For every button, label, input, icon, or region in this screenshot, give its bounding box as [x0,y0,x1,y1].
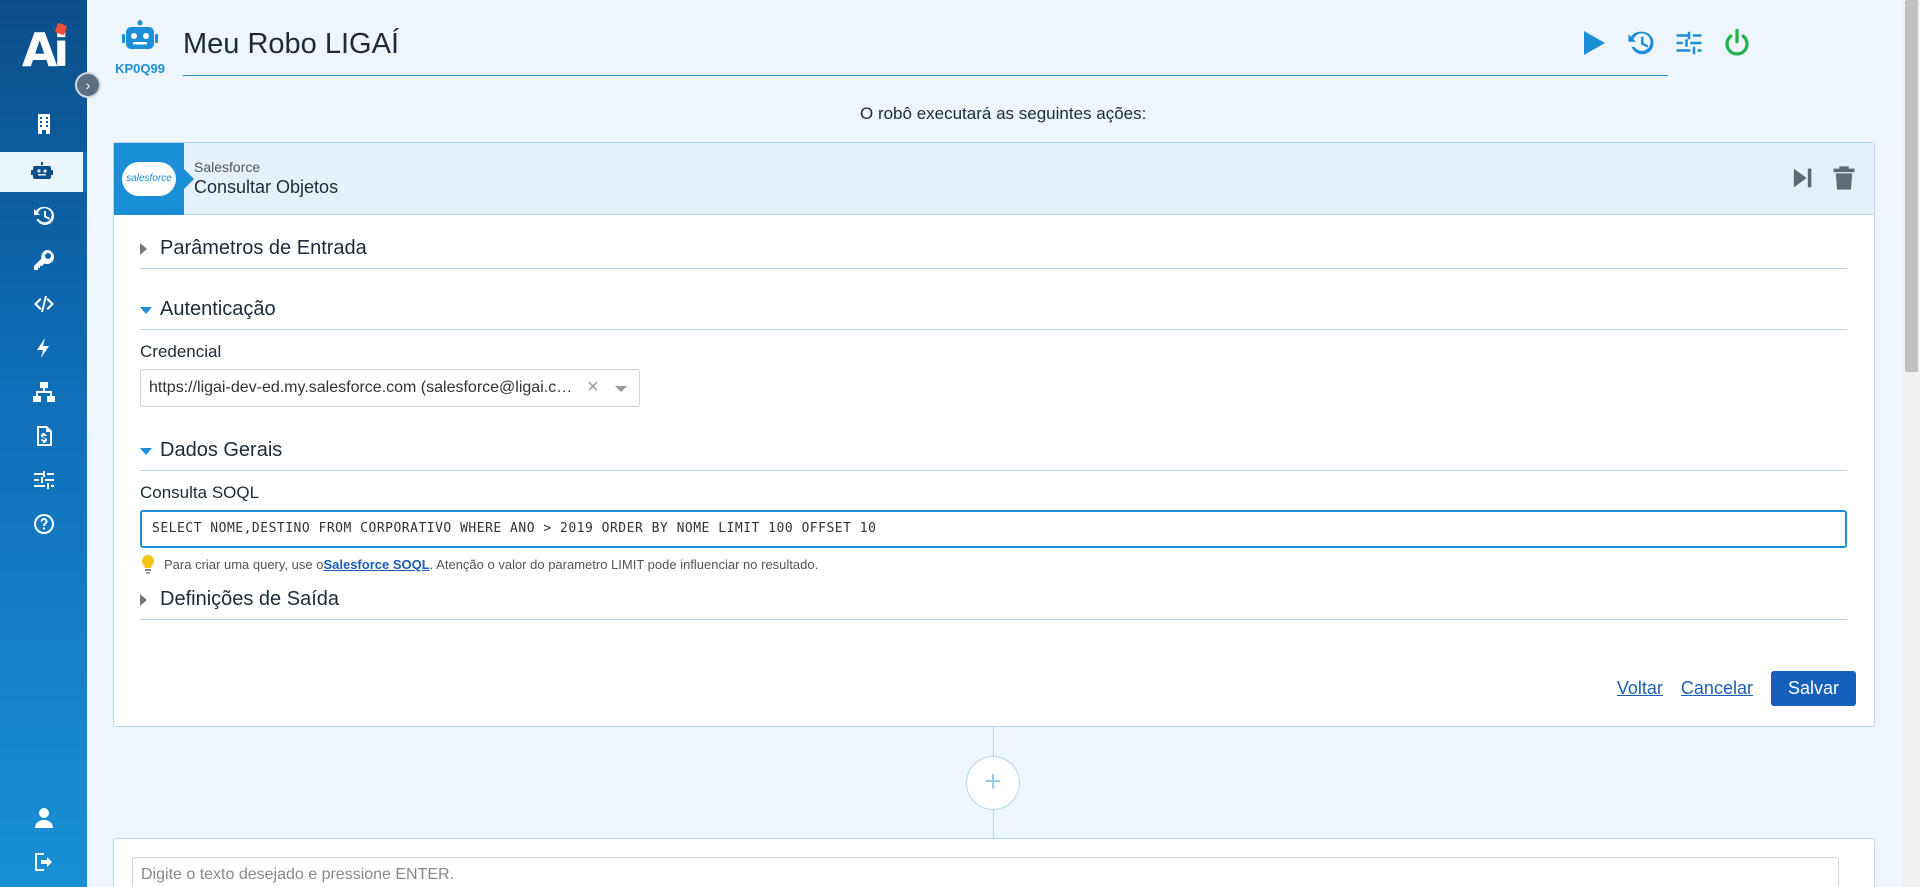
actions-subtitle: O robô executará as seguintes ações: [860,104,1147,123]
code-icon [33,296,54,312]
caret-right-icon [140,243,147,255]
add-step-button[interactable]: + [966,756,1020,810]
section-general[interactable]: Dados Gerais [140,431,1847,471]
logout-icon [34,853,52,871]
sidebar-item-triggers[interactable] [0,328,87,368]
chat-input[interactable]: Digite o texto desejado e pressione ENTE… [132,857,1839,887]
service-logo-tile: salesforce [114,143,194,215]
invoice-icon [36,426,52,446]
hint-suffix: . Atenção o valor do parametro LIMIT pod… [429,556,819,572]
sidebar-item-robots[interactable] [0,152,87,192]
history-button[interactable] [1626,28,1656,58]
sliders-icon [1676,31,1702,55]
soql-docs-link[interactable]: Salesforce SOQL [323,557,429,572]
scrollbar[interactable] [1903,0,1920,887]
section-output[interactable]: Definições de Saída [140,580,1847,620]
back-button[interactable]: Voltar [1617,678,1663,699]
title-underline [183,75,1668,76]
section-label: Definições de Saída [160,588,340,610]
building-icon [37,114,50,134]
sidebar-item-companies[interactable] [0,104,87,144]
sidebar: Ai [0,0,87,887]
caret-down-icon [140,448,152,455]
sliders-icon [33,471,54,489]
robot-icon [30,162,53,179]
robot-badge: KP0Q99 [110,20,170,76]
section-auth[interactable]: Autenticação [140,290,1847,330]
chat-card: Digite o texto desejado e pressione ENTE… [113,838,1875,887]
action-name: Consultar Objetos [194,177,339,197]
sidebar-item-settings[interactable] [0,460,87,500]
app-logo[interactable]: Ai [0,0,87,100]
credential-value: https://ligai-dev-ed.my.salesforce.com (… [149,379,579,396]
robot-icon [122,20,158,49]
sidebar-item-profile[interactable] [0,798,87,838]
power-button[interactable] [1722,28,1752,58]
header-actions [1578,28,1752,58]
lightbulb-icon [141,554,155,574]
sidebar-item-history[interactable] [0,196,87,236]
history-icon [1628,31,1654,55]
sidebar-item-logout[interactable] [0,842,87,882]
action-card-header: salesforce Salesforce Consultar Objetos [114,143,1874,215]
section-label: Parâmetros de Entrada [160,237,367,259]
service-name: Salesforce [194,159,261,175]
skip-icon[interactable] [1788,163,1816,193]
history-icon [33,206,54,225]
sidebar-item-help[interactable] [0,504,87,544]
sidebar-item-code[interactable] [0,284,87,324]
section-label: Dados Gerais [160,439,283,461]
card-footer-actions: Voltar Cancelar Salvar [1617,671,1856,706]
credential-label: Credencial [140,342,222,361]
soql-input[interactable]: SELECT NOME,DESTINO FROM CORPORATIVO WHE… [140,510,1847,548]
bolt-icon [36,338,49,358]
collapse-sidebar-button[interactable]: › [75,72,101,98]
sidebar-item-network[interactable] [0,372,87,412]
caret-right-icon [140,594,147,606]
sidebar-item-billing[interactable] [0,416,87,456]
key-icon [33,250,54,270]
run-button[interactable] [1578,28,1608,58]
cancel-button[interactable]: Cancelar [1681,678,1753,699]
hint-prefix: Para criar uma query, use o [164,556,324,572]
power-icon [1725,28,1749,56]
chevron-down-icon[interactable] [615,386,627,392]
section-label: Autenticação [160,298,276,320]
network-icon [32,382,55,402]
user-icon [34,808,53,828]
settings-button[interactable] [1674,28,1704,58]
soql-hint: Para criar uma query, use o Salesforce S… [140,554,818,574]
sidebar-item-keys[interactable] [0,240,87,280]
caret-down-icon [140,307,152,314]
page-title[interactable]: Meu Robo LIGAÍ [183,28,399,61]
play-icon [1584,31,1605,55]
card-tools [1788,163,1858,193]
robot-code: KP0Q99 [115,61,165,76]
trash-icon[interactable] [1830,163,1858,193]
scroll-thumb[interactable] [1905,0,1918,372]
soql-label: Consulta SOQL [140,483,260,502]
clear-icon[interactable]: × [587,376,599,399]
section-input-params[interactable]: Parâmetros de Entrada [140,229,1847,269]
help-icon [33,514,54,534]
credential-select[interactable]: https://ligai-dev-ed.my.salesforce.com (… [140,369,640,407]
action-card: salesforce Salesforce Consultar Objetos … [113,142,1875,727]
salesforce-logo-icon: salesforce [122,162,176,196]
save-button[interactable]: Salvar [1770,671,1856,706]
